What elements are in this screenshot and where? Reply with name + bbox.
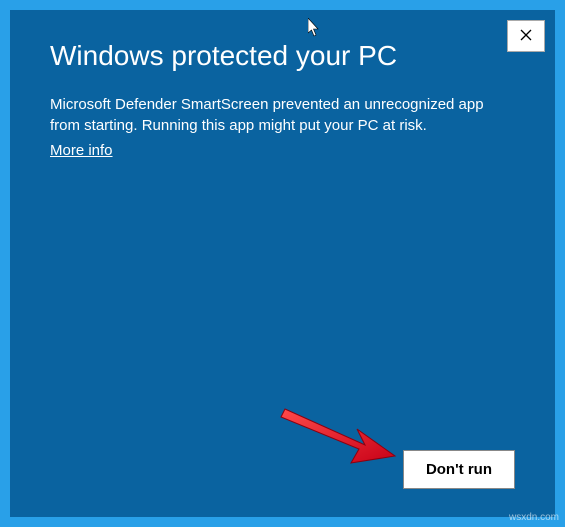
smartscreen-dialog: Windows protected your PC Microsoft Defe… bbox=[10, 10, 555, 517]
dialog-footer: Don't run bbox=[50, 450, 515, 489]
watermark-text: wsxdn.com bbox=[509, 512, 559, 523]
dialog-body: Microsoft Defender SmartScreen prevented… bbox=[50, 94, 515, 136]
more-info-link[interactable]: More info bbox=[50, 142, 113, 159]
cursor-icon bbox=[308, 18, 322, 38]
close-icon bbox=[520, 29, 532, 44]
dialog-title: Windows protected your PC bbox=[50, 40, 515, 72]
spacer bbox=[50, 159, 515, 450]
dont-run-button[interactable]: Don't run bbox=[403, 450, 515, 489]
